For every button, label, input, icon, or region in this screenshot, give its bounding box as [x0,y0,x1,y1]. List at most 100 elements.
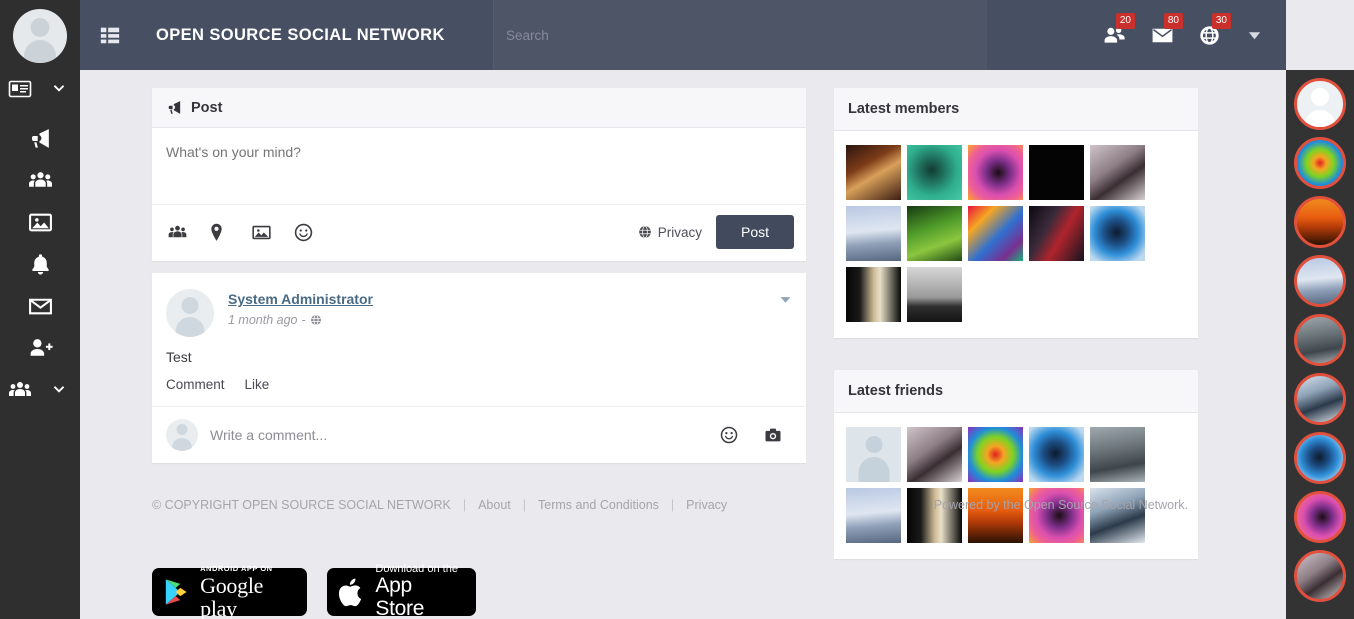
megaphone-icon [31,128,49,148]
google-play-icon [165,579,187,605]
map-pin-icon [211,223,222,241]
member-thumbnail[interactable] [907,145,962,200]
alerts-button[interactable]: 30 [1186,0,1234,70]
footer-link-terms[interactable]: Terms and Conditions [538,498,659,512]
composer-actions: Privacy Post [152,204,806,261]
post-comment-button[interactable]: Comment [166,377,225,392]
add-location-button[interactable] [210,223,252,242]
chat-avatar-2[interactable] [1294,137,1346,189]
sidebar-item-groups[interactable] [0,159,80,201]
tag-friends-button[interactable] [168,223,210,242]
smiley-icon [294,223,313,241]
member-thumbnail[interactable] [846,206,901,261]
member-thumbnail[interactable] [846,267,901,322]
chat-avatar-8[interactable] [1294,491,1346,543]
messages-button[interactable]: 80 [1138,0,1186,70]
member-thumbnail[interactable] [907,206,962,261]
caret-down-icon [780,297,791,303]
search-input[interactable] [506,27,946,43]
chat-avatar-1[interactable] [1294,78,1346,130]
member-thumbnail[interactable] [1029,206,1084,261]
footer-separator-3: | [670,498,675,512]
friend-thumbnail[interactable] [907,488,962,543]
comment-photo-button[interactable] [764,426,782,444]
smiley-icon [720,426,738,444]
app-store-top: Download on the [375,563,458,575]
member-thumbnail[interactable] [1029,145,1084,200]
sidebar-item-newsfeed[interactable] [0,68,80,110]
member-thumbnail[interactable] [846,145,901,200]
chat-avatar-9[interactable] [1294,550,1346,602]
friend-thumbnail[interactable] [846,488,901,543]
latest-members-title: Latest members [848,101,960,117]
add-emoji-button[interactable] [294,223,336,242]
chat-contacts-strip [1286,70,1354,619]
footer-link-about[interactable]: About [478,498,511,512]
sidebar-item-notifications[interactable] [0,243,80,285]
latest-members-grid [834,131,1198,338]
google-play-badge[interactable]: Android app on Google play [152,564,307,619]
friend-thumbnail[interactable] [1090,488,1145,543]
app-store-badges: Android app on Google play Download on t… [152,564,476,619]
friends-icon [168,225,187,237]
friend-thumbnail[interactable] [1029,427,1084,482]
friend-thumbnail[interactable] [846,427,901,482]
footer-link-privacy[interactable]: Privacy [686,498,727,512]
post-like-button[interactable]: Like [245,377,270,392]
composer-textarea[interactable] [166,144,792,160]
group-icon [28,171,52,187]
comment-input[interactable] [210,427,708,443]
chat-avatar-5[interactable] [1294,314,1346,366]
chat-avatar-3[interactable] [1294,196,1346,248]
composer-header: Post [152,88,806,128]
alerts-badge: 30 [1211,13,1231,29]
latest-friends-header: Latest friends [834,370,1198,413]
sidebar-widgets-column: Latest members Latest friends [834,88,1198,559]
chat-avatar-4[interactable] [1294,255,1346,307]
post-actions: Comment Like [152,365,806,406]
sidebar-item-messages[interactable] [0,285,80,327]
chat-avatar-7[interactable] [1294,432,1346,484]
chevron-down-icon [53,85,65,92]
latest-friends-panel: Latest friends [834,370,1198,559]
app-store-badge[interactable]: Download on the App Store [327,564,476,619]
footer-copyright: © COPYRIGHT OPEN SOURCE SOCIAL NETWORK [152,498,451,512]
app-store-text: Download on the App Store [375,564,464,619]
user-menu-button[interactable] [1234,0,1274,70]
chat-avatar-6[interactable] [1294,373,1346,425]
sidebar-item-announcements[interactable] [0,117,80,159]
sidebar-profile-avatar[interactable] [0,0,80,68]
main-content: Post Pri [80,70,1286,619]
footer: © COPYRIGHT OPEN SOURCE SOCIAL NETWORK |… [152,498,1198,512]
comment-input-row [152,406,806,463]
member-thumbnail[interactable] [907,267,962,322]
post-author-avatar[interactable] [166,289,214,337]
messages-badge: 80 [1163,13,1183,29]
sidebar-item-add-friend[interactable] [0,327,80,369]
friend-requests-badge: 20 [1115,13,1135,29]
friend-thumbnail[interactable] [1090,427,1145,482]
post-button[interactable]: Post [715,215,794,249]
friend-thumbnail[interactable] [1029,488,1084,543]
user-placeholder-avatar [13,9,67,63]
post-author-link[interactable]: System Administrator [228,291,373,307]
member-thumbnail[interactable] [968,206,1023,261]
friend-thumbnail[interactable] [968,427,1023,482]
comment-emoji-button[interactable] [720,426,738,444]
friend-thumbnail[interactable] [968,488,1023,543]
friend-requests-button[interactable]: 20 [1090,0,1138,70]
member-thumbnail[interactable] [1090,206,1145,261]
privacy-selector[interactable]: Privacy [638,225,702,240]
post-menu-button[interactable] [779,293,792,311]
sidebar-item-photos[interactable] [0,201,80,243]
member-thumbnail[interactable] [968,145,1023,200]
member-thumbnail[interactable] [1090,145,1145,200]
id-card-icon [8,80,32,98]
friend-thumbnail[interactable] [907,427,962,482]
sidebar-item-communities[interactable] [0,369,80,411]
composer-title: Post [191,99,223,116]
add-photo-button[interactable] [252,223,294,242]
post-header: System Administrator 1 month ago - [152,273,806,337]
top-navigation-bar: OPEN SOURCE SOCIAL NETWORK 20 80 30 [80,0,1286,70]
menu-toggle-button[interactable] [80,0,140,70]
